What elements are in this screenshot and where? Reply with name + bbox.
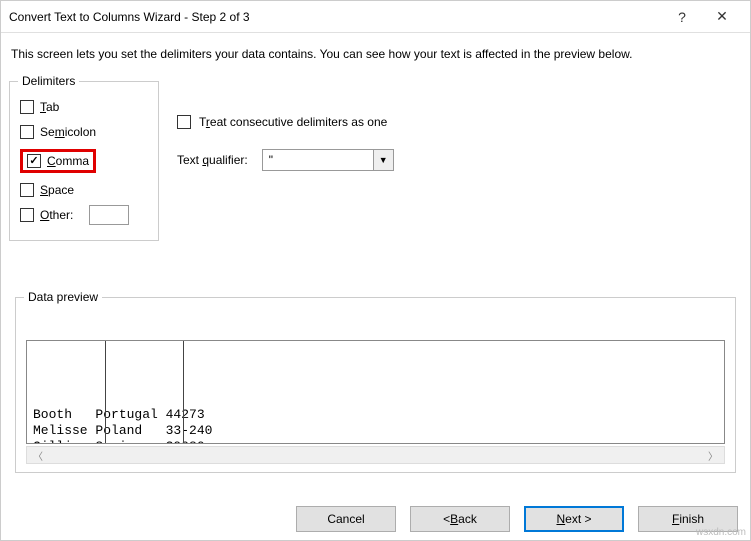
close-button[interactable]: ✕ xyxy=(702,3,742,31)
comma-highlight: Comma xyxy=(20,149,96,173)
tab-checkbox[interactable] xyxy=(20,100,34,114)
preview-fieldset: Data preview Booth Portugal 44273 Meliss… xyxy=(15,297,736,473)
qualifier-select[interactable]: " ▼ xyxy=(262,149,394,171)
scroll-left-icon[interactable]: 〈 xyxy=(33,448,43,463)
next-button[interactable]: Next > xyxy=(524,506,624,532)
space-label: Space xyxy=(40,183,74,197)
cancel-button[interactable]: Cancel xyxy=(296,506,396,532)
back-button[interactable]: < Back xyxy=(410,506,510,532)
delimiters-legend: Delimiters xyxy=(18,74,79,88)
help-button[interactable]: ? xyxy=(662,3,702,31)
watermark: wsxdn.com xyxy=(696,527,746,538)
window-title: Convert Text to Columns Wizard - Step 2 … xyxy=(9,10,662,24)
semicolon-label: Semicolon xyxy=(40,125,96,139)
other-label: Other: xyxy=(40,208,73,222)
other-input[interactable] xyxy=(89,205,129,225)
consecutive-row[interactable]: Treat consecutive delimiters as one xyxy=(177,115,742,129)
qualifier-label: Text qualifier: xyxy=(177,153,248,167)
space-checkbox-row[interactable]: Space xyxy=(20,180,148,200)
scroll-right-icon[interactable]: 〉 xyxy=(708,448,718,463)
tab-checkbox-row[interactable]: Tab xyxy=(20,97,148,117)
qualifier-row: Text qualifier: " ▼ xyxy=(177,149,742,171)
instruction-text: This screen lets you set the delimiters … xyxy=(9,47,742,61)
semicolon-checkbox-row[interactable]: Semicolon xyxy=(20,122,148,142)
semicolon-checkbox[interactable] xyxy=(20,125,34,139)
other-checkbox[interactable] xyxy=(20,208,34,222)
titlebar: Convert Text to Columns Wizard - Step 2 … xyxy=(1,1,750,33)
dialog-button-row: Cancel < Back Next > Finish xyxy=(296,506,738,532)
comma-checkbox[interactable] xyxy=(27,154,41,168)
horizontal-scrollbar[interactable]: 〈 〉 xyxy=(26,446,725,464)
preview-box: Booth Portugal 44273 Melisse Poland 33-2… xyxy=(26,340,725,444)
preview-legend: Data preview xyxy=(24,290,102,304)
comma-label: Comma xyxy=(47,154,89,168)
qualifier-value: " xyxy=(263,153,373,167)
other-checkbox-row[interactable]: Other: xyxy=(20,205,148,225)
consecutive-checkbox[interactable] xyxy=(177,115,191,129)
delimiters-fieldset: Delimiters Tab Semicolon Comma Space Oth… xyxy=(9,81,159,241)
consecutive-label: Treat consecutive delimiters as one xyxy=(199,115,387,129)
tab-label: Tab xyxy=(40,100,59,114)
chevron-down-icon[interactable]: ▼ xyxy=(373,150,393,170)
space-checkbox[interactable] xyxy=(20,183,34,197)
